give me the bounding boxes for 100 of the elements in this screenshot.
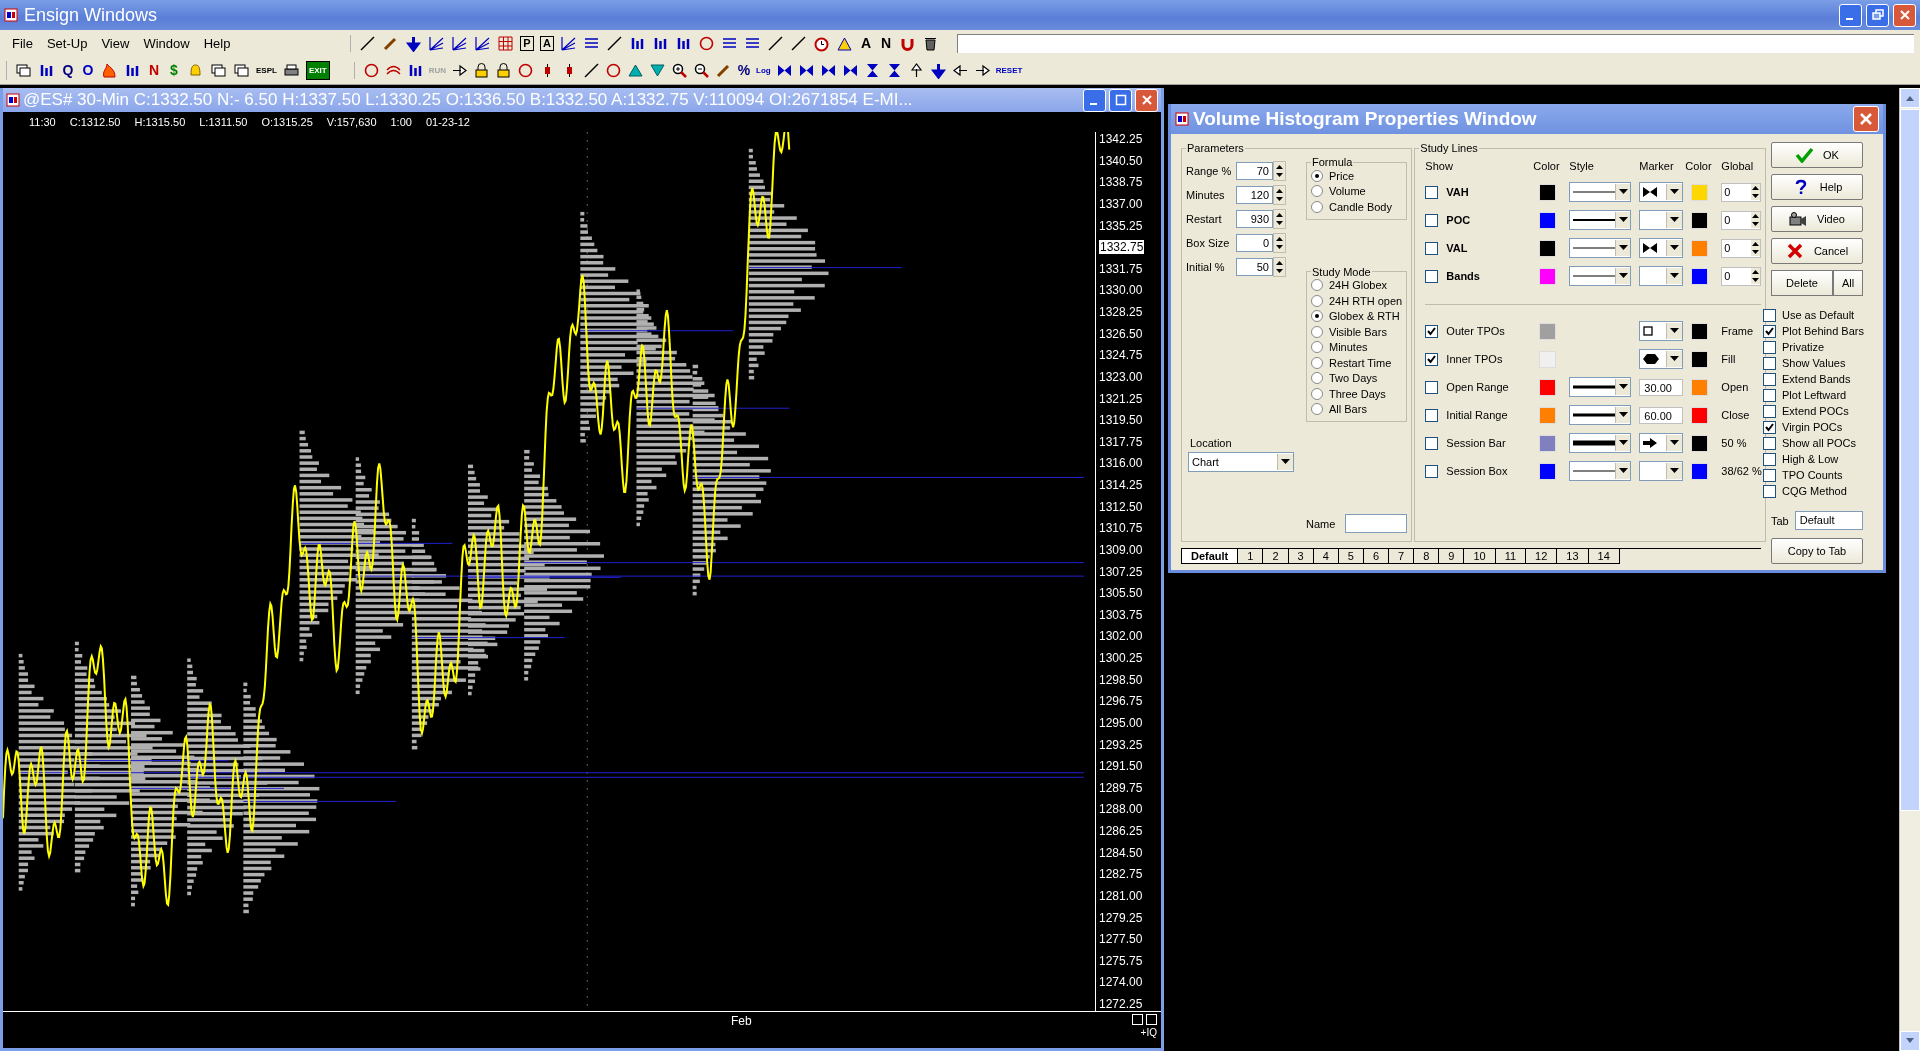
marker-dropdown[interactable] [1639, 266, 1684, 286]
checkbox[interactable] [1425, 380, 1439, 394]
name-field[interactable] [1345, 514, 1408, 533]
menu-item[interactable]: File [6, 35, 39, 52]
tab[interactable]: Default [1181, 549, 1239, 564]
line-style-dropdown[interactable] [1569, 405, 1632, 425]
scrollbar[interactable] [1899, 88, 1920, 1051]
toolbar-button[interactable]: % [737, 62, 752, 79]
copy-to-tab-button[interactable]: Copy to Tab [1771, 538, 1863, 564]
checkbox[interactable] [1763, 308, 1776, 322]
color-swatch[interactable] [1539, 434, 1557, 452]
location-dropdown[interactable]: Chart [1188, 452, 1294, 472]
checkbox[interactable] [1763, 452, 1776, 466]
color-swatch[interactable] [1539, 211, 1557, 229]
color-swatch[interactable] [1539, 322, 1557, 340]
tab-field[interactable]: Default [1794, 511, 1863, 530]
spinner-button[interactable] [1273, 232, 1286, 253]
close-button[interactable] [1135, 88, 1158, 112]
checkbox[interactable] [1763, 356, 1776, 370]
toolbar-button[interactable]: RESET [995, 62, 1023, 79]
checkbox[interactable] [1763, 388, 1776, 402]
checkbox[interactable] [1425, 408, 1439, 422]
marker-dropdown[interactable] [1639, 433, 1684, 453]
radio-button[interactable] [1311, 310, 1323, 323]
menu-item[interactable]: Window [137, 35, 196, 52]
radio-button[interactable] [1311, 356, 1323, 369]
tab[interactable]: 2 [1262, 549, 1289, 564]
toolbar-button[interactable]: EXIT [305, 61, 330, 80]
checkbox[interactable] [1425, 213, 1439, 227]
windows-icon[interactable] [233, 62, 250, 79]
toolbar-button[interactable]: P [520, 36, 534, 51]
spin-field[interactable]: 120 [1236, 185, 1273, 204]
menu-item[interactable]: Set-Up [40, 35, 94, 52]
toolbar-button[interactable]: N [147, 62, 161, 79]
spinner-arrows-icon[interactable] [1751, 184, 1761, 200]
toolbar-button[interactable]: Log [756, 62, 771, 79]
radio-button[interactable] [1311, 341, 1323, 354]
checkbox[interactable] [1763, 436, 1776, 450]
checkbox[interactable] [1763, 468, 1776, 482]
triangle-up-icon[interactable] [627, 62, 645, 79]
marker-dropdown[interactable] [1639, 349, 1684, 369]
close-button[interactable] [1893, 3, 1916, 27]
radio-button[interactable] [1311, 403, 1323, 416]
toolbar-button[interactable]: ESPL [256, 62, 277, 79]
windows-icon[interactable] [210, 62, 227, 79]
checkbox[interactable] [1425, 241, 1439, 255]
triangle-down-icon[interactable] [649, 62, 667, 79]
toolbar-button[interactable]: N [879, 35, 893, 52]
checkbox[interactable] [1763, 420, 1776, 434]
spinner-arrows-icon[interactable] [1751, 268, 1761, 284]
dialog-button[interactable]: Delete [1771, 270, 1833, 296]
color-swatch[interactable] [1539, 406, 1557, 424]
color-swatch[interactable] [1539, 462, 1557, 480]
scroll-down-icon[interactable] [1905, 1037, 1915, 1045]
line-style-dropdown[interactable] [1569, 210, 1632, 230]
menu-item[interactable]: View [95, 35, 136, 52]
tab[interactable]: 8 [1413, 549, 1440, 564]
tab[interactable]: 4 [1312, 549, 1339, 564]
spin-field[interactable]: 0 [1236, 233, 1273, 252]
toolbar-button[interactable]: O [81, 62, 95, 79]
tab[interactable]: 9 [1438, 549, 1465, 564]
spinner-button[interactable] [1273, 208, 1286, 229]
checkbox[interactable] [1425, 269, 1439, 283]
checkbox[interactable] [1425, 185, 1439, 199]
spin-field[interactable]: 70 [1236, 161, 1273, 180]
radio-button[interactable] [1311, 185, 1323, 198]
tab[interactable]: 14 [1587, 549, 1620, 564]
spinner-button[interactable] [1273, 184, 1286, 205]
tab[interactable]: 10 [1463, 549, 1496, 564]
dialog-button[interactable]: Cancel [1771, 238, 1863, 264]
flame-icon[interactable] [101, 62, 118, 79]
toolbar-field[interactable] [957, 34, 1914, 53]
spin-field[interactable]: 50 [1236, 257, 1273, 276]
toolbar-button[interactable]: A [540, 36, 554, 51]
color-swatch[interactable] [1539, 267, 1557, 285]
restore-button[interactable] [1866, 3, 1889, 27]
radio-button[interactable] [1311, 169, 1323, 182]
dialog-button[interactable]: OK [1771, 142, 1863, 168]
marker-dropdown[interactable] [1639, 210, 1684, 230]
spinner-button[interactable] [1273, 160, 1286, 181]
minimize-button[interactable] [1839, 3, 1862, 27]
line-style-dropdown[interactable] [1569, 433, 1632, 453]
tab[interactable]: 12 [1525, 549, 1558, 564]
color-swatch[interactable] [1691, 267, 1709, 285]
scroll-up-icon[interactable] [1905, 94, 1915, 102]
radio-button[interactable] [1311, 372, 1323, 385]
checkbox[interactable] [1763, 372, 1776, 386]
color-swatch[interactable] [1691, 434, 1709, 452]
value-field[interactable]: 30.00 [1639, 378, 1684, 396]
checkbox[interactable] [1425, 352, 1439, 366]
checkbox[interactable] [1425, 324, 1439, 338]
color-swatch[interactable] [1691, 350, 1709, 368]
checkbox[interactable] [1763, 340, 1776, 354]
color-swatch[interactable] [1691, 378, 1709, 396]
windows-icon[interactable] [15, 62, 32, 79]
marker-dropdown[interactable] [1639, 182, 1684, 202]
color-swatch[interactable] [1539, 350, 1557, 368]
checkbox[interactable] [1763, 484, 1776, 498]
toolbar-button[interactable]: Q [61, 62, 75, 79]
dialog-button[interactable]: Video [1771, 206, 1863, 232]
